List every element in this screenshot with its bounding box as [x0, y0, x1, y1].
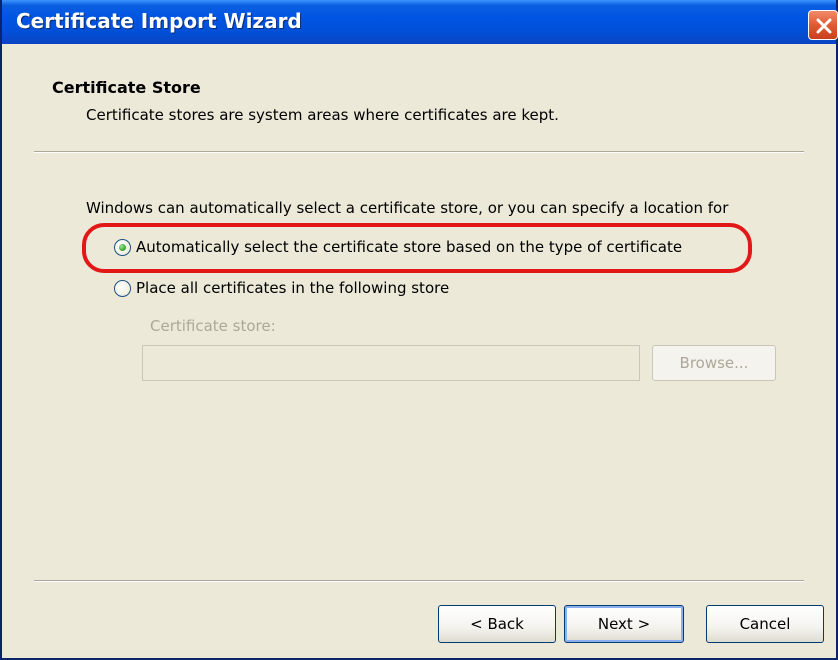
radio-button-unchecked[interactable] — [114, 280, 131, 297]
page-description: Certificate stores are system areas wher… — [86, 106, 559, 124]
next-button[interactable]: Next > — [564, 605, 684, 643]
browse-button[interactable]: Browse... — [652, 345, 776, 381]
certificate-store-input[interactable] — [142, 345, 640, 381]
wizard-header: Certificate Store Certificate stores are… — [2, 44, 836, 150]
certificate-store-label: Certificate store: — [150, 317, 276, 335]
window-title: Certificate Import Wizard — [16, 9, 302, 33]
title-bar[interactable]: Certificate Import Wizard — [2, 0, 838, 44]
intro-text: Windows can automatically select a certi… — [86, 199, 729, 217]
wizard-window: Certificate Import Wizard Certificate St… — [0, 0, 838, 660]
highlight-annotation — [82, 223, 752, 273]
cancel-button[interactable]: Cancel — [706, 605, 824, 643]
page-title: Certificate Store — [52, 78, 201, 97]
back-button[interactable]: < Back — [438, 605, 556, 643]
footer-divider — [34, 580, 804, 582]
close-icon — [816, 18, 832, 34]
close-button[interactable] — [808, 10, 838, 40]
header-divider — [34, 151, 804, 153]
radio-label-manual: Place all certificates in the following … — [136, 279, 450, 297]
